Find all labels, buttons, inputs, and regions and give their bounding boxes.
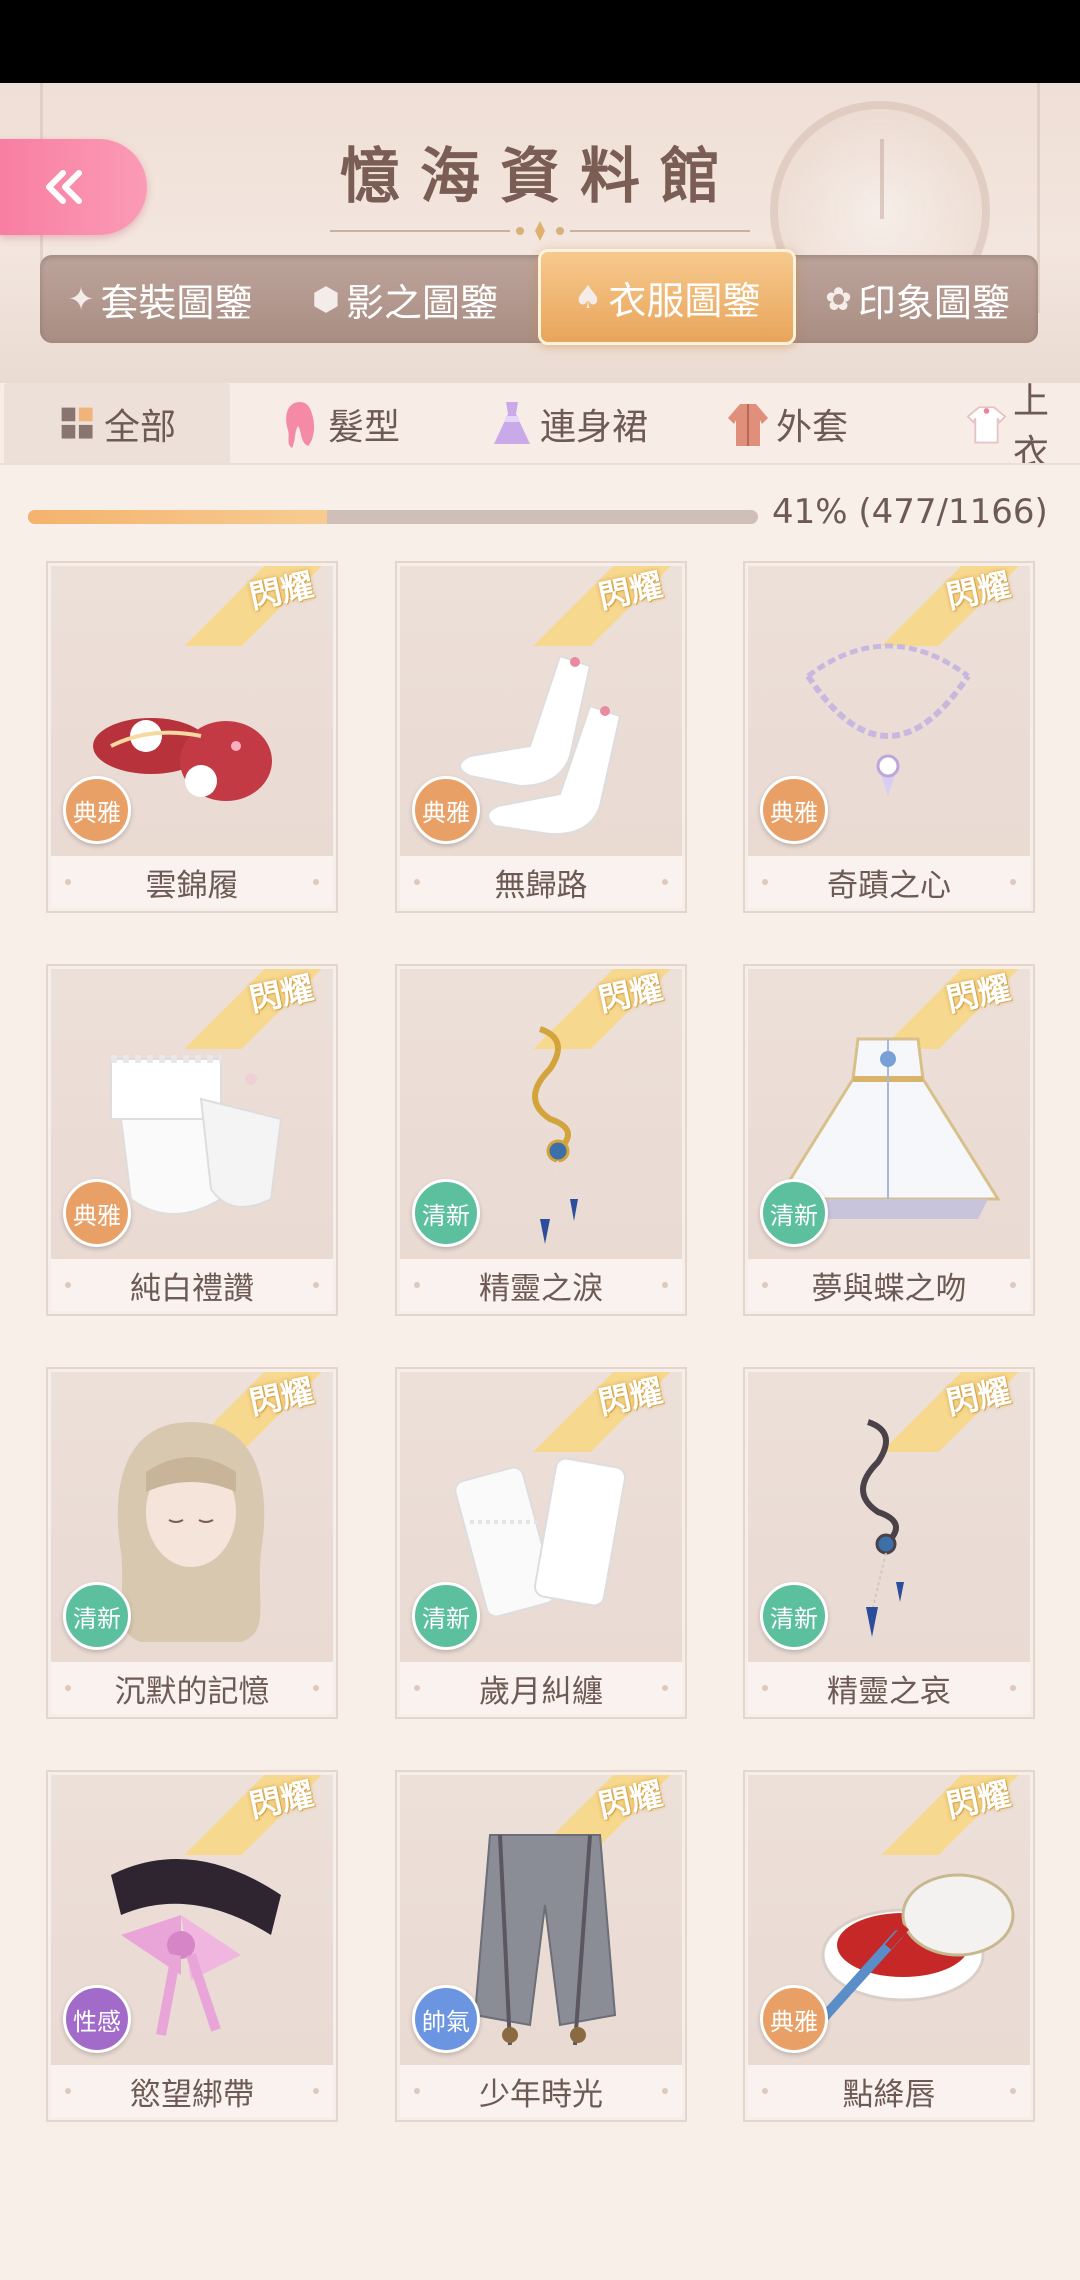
tab-label: 影之圖鑒 (345, 280, 498, 325)
item-name: 少年時光 (400, 2065, 682, 2117)
style-badge: 清新 (760, 1582, 828, 1650)
category-dress[interactable]: 連身裙 (490, 383, 649, 463)
category-top[interactable]: 上衣 (966, 383, 1080, 465)
category-label: 上衣 (1012, 383, 1049, 465)
tab-label: 套裝圖鑒 (100, 280, 253, 325)
dress-icon (494, 402, 530, 444)
item-card[interactable]: 閃耀 清新 精靈之淚 (397, 966, 685, 1314)
title-ornament (330, 221, 750, 241)
style-badge: 清新 (412, 1179, 480, 1247)
item-name: 點絳唇 (748, 2065, 1030, 2117)
tab-shadow-collection[interactable]: ⬢ 影之圖鑒 (285, 255, 525, 343)
item-card[interactable]: 閃耀 典雅 純白禮讚 (48, 966, 336, 1314)
coat-icon (728, 404, 768, 446)
style-badge: 典雅 (760, 1985, 828, 2053)
item-card[interactable]: 閃耀 典雅 雲錦履 (48, 563, 336, 911)
item-card[interactable]: 閃耀 典雅 無歸路 (397, 563, 685, 911)
style-badge: 典雅 (760, 776, 828, 844)
grid-icon (61, 407, 93, 439)
tab-outfit-collection[interactable]: ✦ 套裝圖鑒 (50, 255, 270, 343)
tab-label: 衣服圖鑒 (608, 278, 761, 323)
header: 憶海資料館 ✦ 套裝圖鑒 ⬢ 影之圖鑒 ♠ 衣服圖鑒 ✿ 印象圖鑒 (0, 83, 1080, 383)
main-tab-bar: ✦ 套裝圖鑒 ⬢ 影之圖鑒 ♠ 衣服圖鑒 ✿ 印象圖鑒 (40, 249, 1038, 345)
style-badge: 性感 (63, 1985, 131, 2053)
item-name: 純白禮讚 (51, 1259, 333, 1311)
item-name: 精靈之淚 (400, 1259, 682, 1311)
style-badge: 典雅 (412, 776, 480, 844)
item-name: 歲月糾纏 (400, 1662, 682, 1714)
item-card[interactable]: 閃耀 清新 歲月糾纏 (397, 1369, 685, 1717)
item-card[interactable]: 閃耀 清新 沉默的記憶 (48, 1369, 336, 1717)
page-title: 憶海資料館 (340, 142, 740, 212)
progress-fill (28, 510, 328, 524)
category-label: 外套 (776, 407, 849, 448)
shirt-icon (966, 406, 1007, 444)
style-badge: 清新 (760, 1179, 828, 1247)
hair-icon (286, 402, 315, 448)
style-badge: 典雅 (63, 1179, 131, 1247)
tab-impression-collection[interactable]: ✿ 印象圖鑒 (805, 255, 1030, 343)
category-label: 全部 (103, 407, 176, 448)
category-hairstyle[interactable]: 髮型 (278, 383, 401, 463)
item-card[interactable]: 閃耀 典雅 奇蹟之心 (745, 563, 1033, 911)
item-name: 奇蹟之心 (748, 856, 1030, 908)
item-card[interactable]: 閃耀 清新 精靈之哀 (745, 1369, 1033, 1717)
item-card[interactable]: 閃耀 帥氣 少年時光 (397, 1772, 685, 2120)
item-card[interactable]: 閃耀 性感 慾望綁帶 (48, 1772, 336, 2120)
star-icon: ✦ (67, 280, 95, 318)
flower-icon: ✿ (825, 280, 852, 318)
category-all[interactable]: 全部 (4, 383, 230, 463)
cube-icon: ⬢ (312, 280, 340, 318)
item-name: 精靈之哀 (748, 1662, 1030, 1714)
tab-clothes-collection[interactable]: ♠ 衣服圖鑒 (538, 249, 796, 345)
category-bar: 全部 髮型 連身裙 外套 上衣 (0, 383, 1080, 465)
collection-progress: 41% (477/1166) (28, 492, 1058, 550)
item-name: 無歸路 (400, 856, 682, 908)
item-card[interactable]: 閃耀 清新 夢與蝶之吻 (745, 966, 1033, 1314)
dress-icon: ♠ (573, 278, 603, 316)
style-badge: 典雅 (63, 776, 131, 844)
item-name: 夢與蝶之吻 (748, 1259, 1030, 1311)
style-badge: 清新 (412, 1582, 480, 1650)
item-card[interactable]: 閃耀 典雅 點絳唇 (745, 1772, 1033, 2120)
category-label: 髮型 (328, 407, 401, 448)
item-name: 沉默的記憶 (51, 1662, 333, 1714)
category-label: 連身裙 (540, 407, 649, 448)
item-name: 慾望綁帶 (51, 2065, 333, 2117)
progress-bar (28, 510, 758, 524)
style-badge: 帥氣 (412, 1985, 480, 2053)
progress-text: 41% (477/1166) (772, 492, 1048, 532)
item-name: 雲錦履 (51, 856, 333, 908)
tab-label: 印象圖鑒 (857, 280, 1010, 325)
category-coat[interactable]: 外套 (726, 383, 849, 463)
status-bar (0, 0, 1080, 83)
style-badge: 清新 (63, 1582, 131, 1650)
